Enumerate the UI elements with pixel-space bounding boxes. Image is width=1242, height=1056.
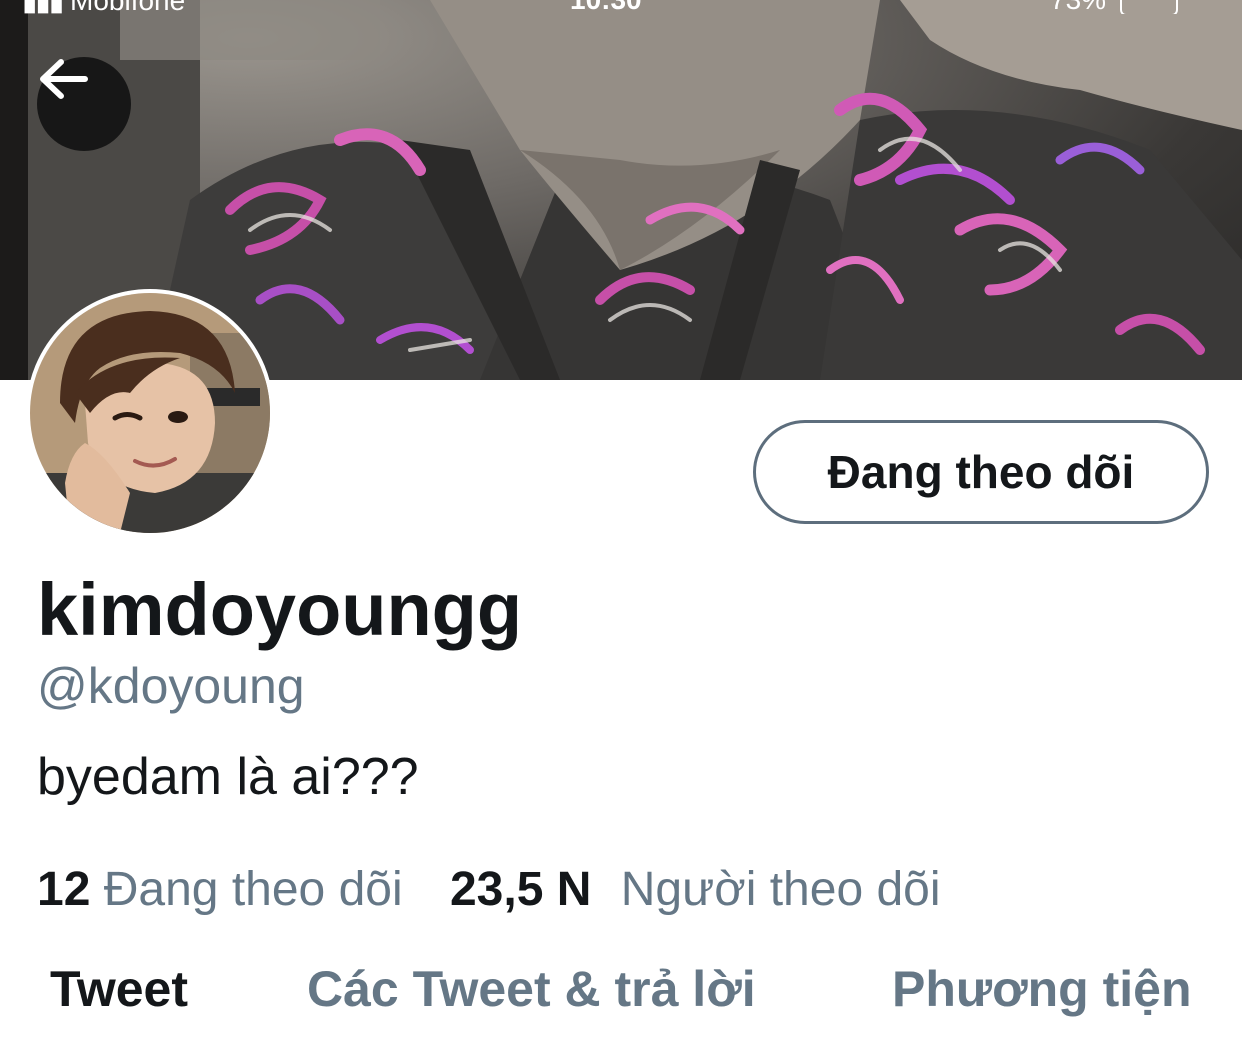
following-stat[interactable]: 12 Đang theo dõi (37, 862, 403, 917)
profile-tabs: Tweet Các Tweet & trả lời Phương tiện (0, 960, 1242, 1056)
profile-screen: ▮▮▮ Mobifone 10:30 73% (0, 0, 1242, 1056)
status-bar: ▮▮▮ Mobifone 10:30 73% (0, 0, 1242, 14)
tab-media[interactable]: Phương tiện (892, 960, 1192, 1018)
followers-count: 23,5 N (449, 863, 592, 916)
tab-tweets-and-replies[interactable]: Các Tweet & trả lời (307, 960, 756, 1018)
followers-stat[interactable]: 23,5 N Người theo dõi (450, 862, 941, 917)
user-handle: @kdoyoung (37, 658, 305, 714)
arrow-left-icon (40, 59, 88, 99)
avatar-photo-illustration (30, 293, 270, 533)
status-carrier: ▮▮▮ Mobifone (22, 0, 185, 14)
profile-bio: byedam là ai??? (37, 748, 419, 806)
following-label: Đang theo dõi (103, 863, 403, 916)
status-time: 10:30 (570, 0, 642, 14)
tab-tweets[interactable]: Tweet (50, 960, 188, 1018)
following-button[interactable]: Đang theo dõi (753, 420, 1209, 524)
profile-stats: 12 Đang theo dõi 23,5 N Người theo dõi (37, 862, 941, 917)
signal-icon: ▮▮▮ (22, 0, 64, 14)
profile-avatar[interactable] (26, 289, 274, 537)
display-name: kimdoyoungg (37, 568, 523, 651)
following-count: 12 (37, 863, 91, 916)
battery-percent: 73% (1050, 0, 1106, 14)
battery-icon (1119, 0, 1178, 14)
status-battery: 73% (1050, 0, 1178, 14)
followers-label: Người theo dõi (620, 863, 941, 916)
back-button[interactable] (37, 57, 131, 151)
